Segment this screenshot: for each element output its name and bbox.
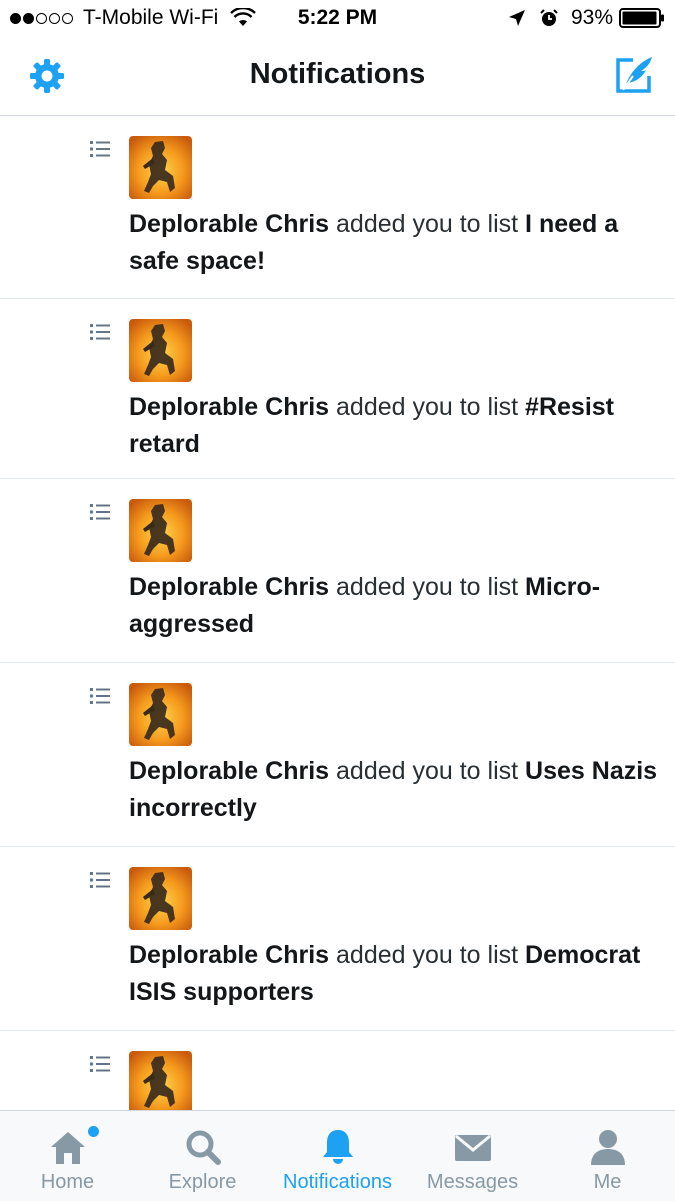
tab-me-label: Me (593, 1171, 622, 1193)
battery-percent: 93% (570, 6, 613, 29)
tab-home-label: Home (40, 1171, 95, 1193)
notification-action: added you to list (336, 941, 519, 969)
home-icon (50, 1132, 85, 1164)
user-name[interactable]: Deplorable Chris (129, 573, 329, 601)
page-title: Notifications (249, 58, 426, 90)
list-icon (90, 504, 110, 520)
battery-icon (619, 8, 664, 28)
bell-icon (322, 1130, 353, 1164)
notification-action: added you to list (336, 757, 519, 785)
list-icon (90, 872, 110, 888)
notification-text: Deplorable Chris added you to list Micro… (129, 569, 659, 643)
notification-action: added you to list (336, 573, 519, 601)
location-arrow-icon (508, 10, 525, 26)
notification-badge-dot (88, 1126, 99, 1137)
status-right: 93% (507, 6, 665, 30)
list-icon (90, 688, 110, 704)
notification-action: added you to list (336, 393, 519, 421)
user-name[interactable]: Deplorable Chris (129, 393, 329, 421)
avatar[interactable] (129, 319, 192, 382)
notification-action: added you to list (336, 210, 519, 238)
notification-text: Deplorable Chris added you to list #Resi… (129, 389, 659, 463)
notification-text: Deplorable Chris added you to list Uses … (129, 753, 659, 827)
avatar[interactable] (129, 683, 192, 746)
notification-text: Deplorable Chris added you to list Democ… (129, 937, 659, 1011)
alarm-icon (540, 9, 558, 26)
tab-messages-label: Messages (426, 1171, 519, 1193)
user-name[interactable]: Deplorable Chris (129, 941, 329, 969)
tab-explore[interactable]: Explore (135, 1111, 270, 1201)
avatar[interactable] (129, 499, 192, 562)
status-bar: T-Mobile Wi-Fi 5:22 PM 93% (0, 0, 675, 38)
search-icon (186, 1130, 221, 1165)
notification-item[interactable]: Deplorable Chris added you to list Democ… (0, 847, 675, 1031)
user-name[interactable]: Deplorable Chris (129, 210, 329, 238)
tab-me[interactable]: Me (540, 1111, 675, 1201)
tab-bar: Home Explore Notifications Messages Me (0, 1110, 675, 1201)
notification-item[interactable]: Deplorable Chris added you to list #Resi… (0, 299, 675, 479)
person-icon (590, 1130, 625, 1165)
nav-bar: Notifications (0, 38, 675, 116)
notifications-list[interactable]: Deplorable Chris added you to list I nee… (0, 116, 675, 1110)
tab-notifications[interactable]: Notifications (270, 1111, 405, 1201)
avatar[interactable] (129, 1051, 192, 1110)
avatar[interactable] (129, 136, 192, 199)
tab-notifications-label: Notifications (283, 1171, 392, 1193)
user-name[interactable]: Deplorable Chris (129, 757, 329, 785)
notification-item[interactable]: Deplorable Chris added you to list Uses … (0, 663, 675, 847)
tab-home[interactable]: Home (0, 1111, 135, 1201)
list-icon (90, 324, 110, 340)
avatar[interactable] (129, 867, 192, 930)
list-icon (90, 1056, 110, 1072)
notification-item[interactable]: Deplorable Chris added you to list Micro… (0, 479, 675, 663)
notification-text: Deplorable Chris added you to list I nee… (129, 206, 659, 280)
compose-icon[interactable] (613, 54, 655, 96)
tab-messages[interactable]: Messages (405, 1111, 540, 1201)
list-icon (90, 141, 110, 157)
tab-explore-label: Explore (168, 1171, 237, 1193)
notification-item[interactable] (0, 1031, 675, 1110)
notification-item[interactable]: Deplorable Chris added you to list I nee… (0, 116, 675, 299)
envelope-icon (454, 1134, 491, 1161)
